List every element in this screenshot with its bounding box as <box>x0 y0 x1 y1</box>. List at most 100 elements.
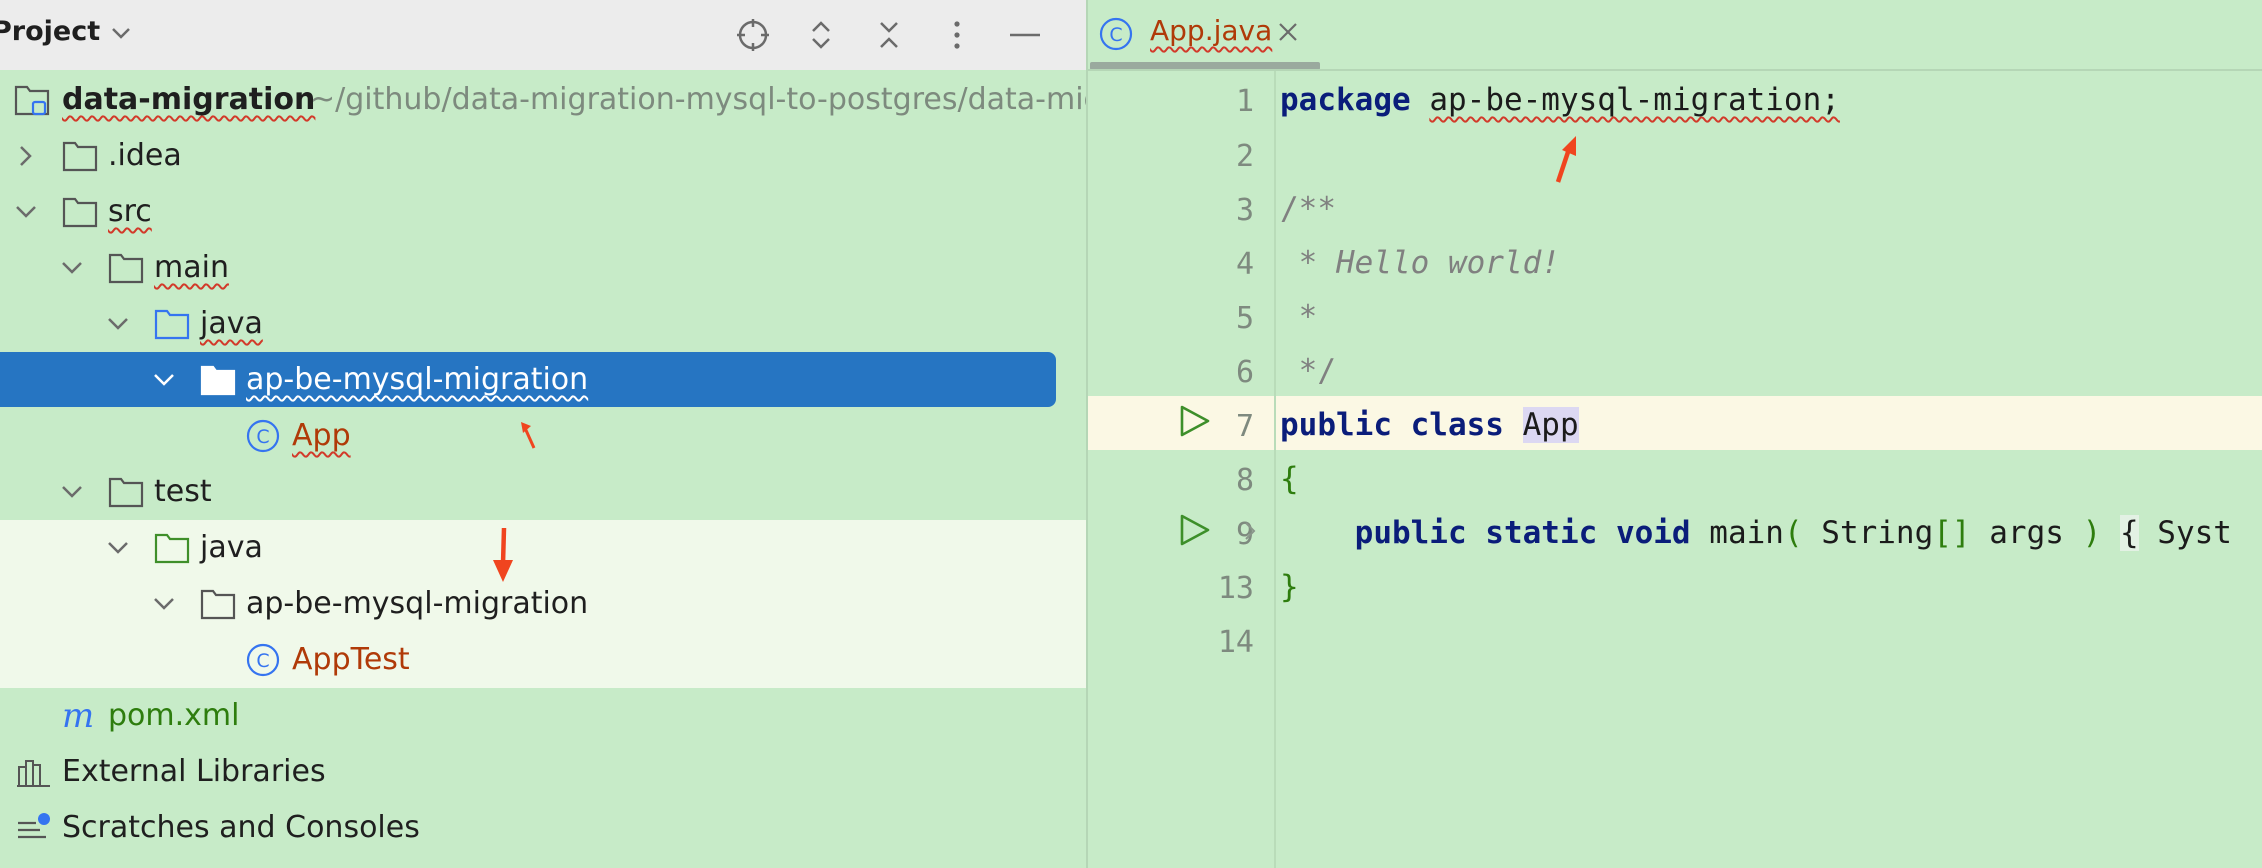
class-icon: C <box>246 419 280 453</box>
chevron-down-icon[interactable] <box>150 590 178 618</box>
tree-item-project-root[interactable]: data-migration ~/github/data-migration-m… <box>0 72 1086 128</box>
chevron-down-icon[interactable] <box>150 366 178 394</box>
tree-item-label: External Libraries <box>62 754 326 789</box>
project-path: ~/github/data-migration-mysql-to-postgre… <box>310 82 1086 117</box>
close-icon[interactable] <box>1276 20 1300 44</box>
tree-item-label: Scratches and Consoles <box>62 810 420 845</box>
method-name: main <box>1709 515 1784 551</box>
tree-item-label: java <box>200 306 263 341</box>
parameter: args <box>1989 515 2064 551</box>
code-line-4[interactable]: * Hello world! <box>1280 245 1560 281</box>
code-line-3[interactable]: /** <box>1280 191 1336 227</box>
tree-item-package-main[interactable]: ap-be-mysql-migration <box>0 352 1086 408</box>
fold-chevron-icon[interactable] <box>1238 518 1262 544</box>
folder-icon <box>108 477 144 508</box>
tree-item-scratches[interactable]: Scratches and Consoles <box>0 800 1086 856</box>
svg-text:C: C <box>256 650 269 672</box>
folded-brace: { <box>2119 515 2139 551</box>
chevron-down-icon[interactable] <box>12 198 40 226</box>
package-name: ap-be-mysql-migration; <box>1429 82 1840 118</box>
code-line-8[interactable]: { <box>1280 461 1299 497</box>
library-icon <box>17 760 50 787</box>
line-number: 1 <box>1235 84 1254 119</box>
project-panel-title[interactable]: Project <box>0 16 100 47</box>
keyword: public class <box>1280 407 1504 443</box>
tree-item-label: src <box>108 194 152 229</box>
code-line-1[interactable]: package ap-be-mysql-migration; <box>1280 82 1840 118</box>
tab-app-java[interactable]: C App.java <box>1088 0 1318 66</box>
minimize-icon[interactable] <box>1002 12 1048 58</box>
tree-item-label: java <box>200 530 263 565</box>
type-name: String <box>1821 515 1934 551</box>
tree-item-label: App <box>292 418 351 453</box>
tree-item-label: ap-be-mysql-migration <box>246 586 589 621</box>
gutter-border <box>1274 71 1276 868</box>
line-number: 6 <box>1235 355 1254 390</box>
chevron-down-icon[interactable] <box>104 534 132 562</box>
code-line-7[interactable]: public class App <box>1280 407 1579 443</box>
class-name: App <box>1522 407 1579 443</box>
code-line-5[interactable]: * <box>1280 299 1318 335</box>
folder-icon <box>108 253 144 284</box>
tree-item-app[interactable]: C App <box>0 408 1086 464</box>
tree-item-external-libraries[interactable]: External Libraries <box>0 744 1086 800</box>
paren: ( <box>1783 515 1803 551</box>
locate-icon[interactable] <box>730 12 776 58</box>
tree-item-label: data-migration <box>62 82 316 117</box>
svg-text:m: m <box>62 699 94 733</box>
annotation-arrow-icon <box>521 422 536 449</box>
folder-icon <box>62 141 98 172</box>
scratches-icon <box>18 813 50 839</box>
brackets: [] <box>1933 515 1971 551</box>
run-icon[interactable] <box>1176 512 1212 548</box>
project-panel-header: Project <box>0 0 1086 70</box>
tree-item-main-java[interactable]: java <box>0 296 1086 352</box>
class-icon: C <box>246 643 280 677</box>
tab-strip-border <box>1088 69 2262 71</box>
line-number: 2 <box>1235 139 1254 174</box>
tree-item-src[interactable]: src <box>0 184 1086 240</box>
code-line-9[interactable]: public static void main( String[] args )… <box>1280 515 2232 551</box>
tree-item-idea[interactable]: .idea <box>0 128 1086 184</box>
tree-item-label: AppTest <box>292 642 410 677</box>
tree-item-package-test[interactable]: ap-be-mysql-migration <box>0 576 1086 632</box>
code-line-13[interactable]: } <box>1280 569 1299 605</box>
tab-label: App.java <box>1150 14 1273 47</box>
tree-item-apptest[interactable]: C AppTest <box>0 632 1086 688</box>
tree-item-pom[interactable]: m pom.xml <box>0 688 1086 744</box>
code-line-6[interactable]: */ <box>1280 353 1336 389</box>
chevron-down-icon[interactable] <box>104 310 132 338</box>
more-options-icon[interactable] <box>934 12 980 58</box>
tree-item-label: .idea <box>108 138 182 173</box>
test-folder-icon <box>154 533 190 564</box>
paren: ) <box>2082 515 2102 551</box>
line-number: 4 <box>1235 247 1254 282</box>
package-folder-icon <box>200 365 236 396</box>
tree-item-test-java[interactable]: java <box>0 520 1086 582</box>
folder-icon <box>62 197 98 228</box>
collapse-all-icon[interactable] <box>866 12 912 58</box>
maven-icon: m <box>62 699 94 733</box>
expand-all-icon[interactable] <box>798 12 844 58</box>
keyword: package <box>1280 82 1411 118</box>
line-number: 5 <box>1235 301 1254 336</box>
editor-panel: C App.java 1 2 3 4 5 6 7 8 9 13 14 packa… <box>1088 0 2262 868</box>
current-line-highlight <box>1088 396 2262 450</box>
folded-code: Syst <box>2157 515 2232 551</box>
line-number: 13 <box>1217 571 1254 606</box>
run-icon[interactable] <box>1176 403 1212 439</box>
chevron-down-icon[interactable] <box>106 18 136 48</box>
tree-item-test[interactable]: test <box>0 464 1086 520</box>
project-panel: Project data-migration ~/github/data-mig… <box>0 0 1086 868</box>
tree-item-main[interactable]: main <box>0 240 1086 296</box>
chevron-right-icon[interactable] <box>12 142 40 170</box>
tree-item-label: main <box>154 250 229 285</box>
tree-item-label: ap-be-mysql-migration <box>246 362 589 397</box>
line-number: 8 <box>1235 463 1254 498</box>
svg-text:C: C <box>1109 24 1122 46</box>
chevron-down-icon[interactable] <box>58 478 86 506</box>
chevron-down-icon[interactable] <box>58 254 86 282</box>
package-folder-icon <box>200 589 236 620</box>
module-folder-icon <box>14 85 50 116</box>
line-number: 3 <box>1235 193 1254 228</box>
